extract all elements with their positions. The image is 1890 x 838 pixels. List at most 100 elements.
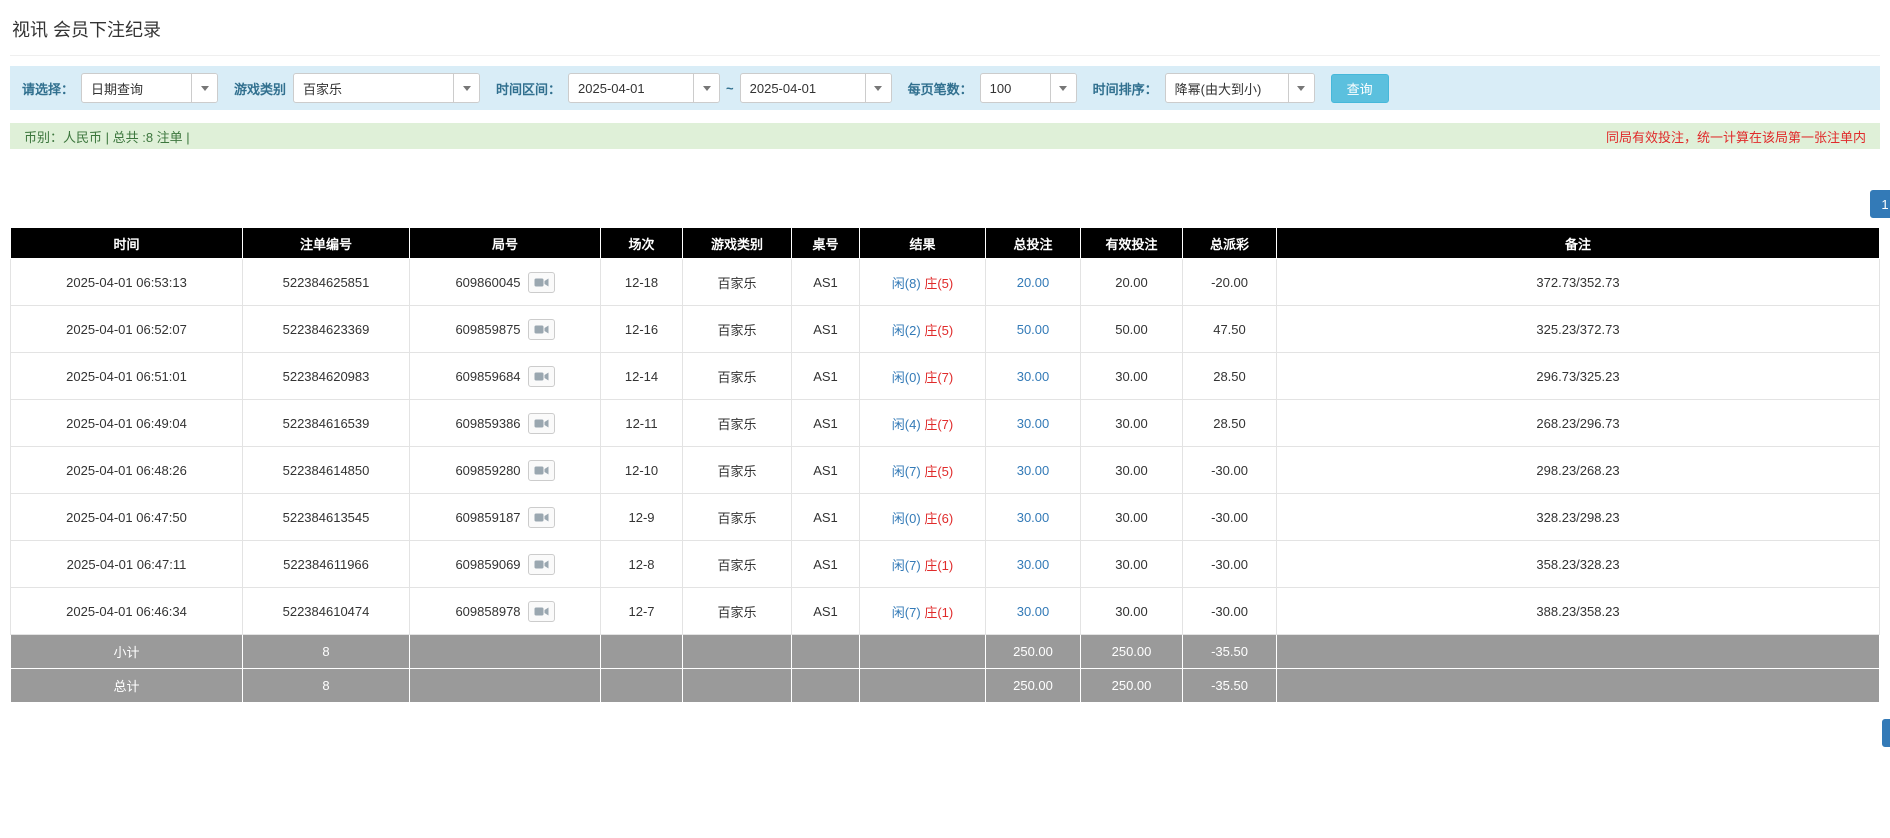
video-replay-button[interactable]: [527, 365, 555, 387]
video-replay-button[interactable]: [527, 271, 555, 293]
round-id-text: 609859280: [455, 462, 521, 478]
cell-round-id: 609859386: [409, 399, 601, 447]
date-from-select[interactable]: 2025-04-01: [568, 73, 721, 103]
date-range-separator: ~: [726, 80, 734, 96]
cell-payout: -30.00: [1182, 587, 1277, 635]
betting-records-page: 视讯 会员下注纪录 请选择： 日期查询 游戏类别 百家乐 时间区间： 2025-…: [0, 0, 1890, 747]
chevron-down-icon[interactable]: [1049, 74, 1076, 102]
cell-round-id: 609859069: [409, 540, 601, 588]
total-bet-link[interactable]: 30.00: [1017, 416, 1050, 431]
cell-valid-bet: 30.00: [1080, 540, 1183, 588]
cell-total-bet: 30.00: [985, 540, 1081, 588]
result-player: 闲(7): [891, 557, 921, 573]
result-banker: 庄(5): [924, 463, 954, 479]
chevron-down-icon[interactable]: [1287, 74, 1314, 102]
cell-result: 闲(0) 庄(7): [859, 352, 986, 400]
round-id-wrap: 609859875: [455, 318, 555, 340]
cell-table-no: AS1: [791, 587, 860, 635]
game-type-label: 游戏类别: [234, 81, 287, 97]
table-row: 2025-04-01 06:48:26 522384614850 609859280…: [10, 446, 1880, 494]
cell-time: 2025-04-01 06:52:07: [10, 305, 243, 353]
column-header-10: 备注: [1276, 227, 1880, 259]
cell-table-no: AS1: [791, 540, 860, 588]
total-row: 总计 8 250.00 250.00 -35.50: [10, 668, 1880, 703]
date-to-select[interactable]: 2025-04-01: [739, 73, 892, 103]
video-replay-button[interactable]: [527, 553, 555, 575]
footer-payout: -35.50: [1182, 668, 1277, 703]
cell-round-id: 609859280: [409, 446, 601, 494]
footer-remark: [1276, 634, 1880, 669]
cell-game-type: 百家乐: [682, 587, 792, 635]
video-replay-button[interactable]: [527, 600, 555, 622]
page-number-button[interactable]: 1: [1870, 190, 1890, 218]
footer-label: 总计: [10, 668, 243, 703]
result-banker: 庄(7): [924, 416, 954, 432]
page-number-button[interactable]: 1: [1882, 719, 1890, 747]
cell-bet-id: 522384623369: [242, 305, 410, 353]
round-id-wrap: 609859684: [455, 365, 555, 387]
cell-round-id: 609858978: [409, 587, 601, 635]
cell-session: 12-11: [600, 399, 683, 447]
result-player: 闲(0): [891, 510, 921, 526]
query-type-value: 日期查询: [91, 81, 144, 97]
game-type-select[interactable]: 百家乐: [293, 73, 481, 103]
video-replay-button[interactable]: [527, 459, 555, 481]
cell-time: 2025-04-01 06:48:26: [10, 446, 243, 494]
total-bet-link[interactable]: 30.00: [1017, 510, 1050, 525]
column-header-5: 桌号: [791, 227, 860, 259]
video-replay-button[interactable]: [527, 412, 555, 434]
cell-session: 12-14: [600, 352, 683, 400]
cell-total-bet: 30.00: [985, 587, 1081, 635]
round-id-text: 609859875: [455, 321, 521, 337]
query-type-select[interactable]: 日期查询: [81, 73, 219, 103]
cell-bet-id: 522384625851: [242, 258, 410, 306]
total-bet-link[interactable]: 30.00: [1017, 463, 1050, 478]
chevron-down-icon[interactable]: [191, 74, 218, 102]
cell-time: 2025-04-01 06:53:13: [10, 258, 243, 306]
column-header-7: 总投注: [985, 227, 1081, 259]
total-bet-link[interactable]: 20.00: [1017, 275, 1050, 290]
caret-down-icon: [200, 85, 209, 91]
cell-round-id: 609859875: [409, 305, 601, 353]
round-id-wrap: 609859280: [455, 459, 555, 481]
video-replay-button[interactable]: [527, 318, 555, 340]
cell-result: 闲(8) 庄(5): [859, 258, 986, 306]
cell-session: 12-18: [600, 258, 683, 306]
sort-order-select[interactable]: 降幂(由大到小): [1164, 73, 1315, 103]
round-id-wrap: 609858978: [455, 600, 555, 622]
cell-payout: 28.50: [1182, 399, 1277, 447]
video-camera-icon: [534, 419, 549, 427]
cell-game-type: 百家乐: [682, 446, 792, 494]
chevron-down-icon[interactable]: [864, 74, 891, 102]
caret-down-icon: [1297, 85, 1306, 91]
round-id-wrap: 609859386: [455, 412, 555, 434]
footer-remark: [1276, 668, 1880, 703]
total-bet-link[interactable]: 30.00: [1017, 369, 1050, 384]
chevron-down-icon[interactable]: [453, 74, 480, 102]
query-button[interactable]: 查询: [1330, 73, 1389, 103]
game-type-value: 百家乐: [303, 81, 343, 97]
cell-payout: -20.00: [1182, 258, 1277, 306]
total-bet-link[interactable]: 30.00: [1017, 557, 1050, 572]
column-header-0: 时间: [10, 227, 243, 259]
total-bet-link[interactable]: 50.00: [1017, 322, 1050, 337]
cell-game-type: 百家乐: [682, 540, 792, 588]
table-foot: 小计 8 250.00 250.00 -35.50 总计 8 250.00 250.00 -35.…: [10, 634, 1880, 703]
total-bet-link[interactable]: 30.00: [1017, 604, 1050, 619]
cell-result: 闲(0) 庄(6): [859, 493, 986, 541]
page-size-select[interactable]: 100: [979, 73, 1077, 103]
round-id-text: 609859386: [455, 415, 521, 431]
video-replay-button[interactable]: [527, 506, 555, 528]
round-id-text: 609859684: [455, 368, 521, 384]
footer-empty-cell: [859, 634, 986, 669]
cell-result: 闲(2) 庄(5): [859, 305, 986, 353]
table-row: 2025-04-01 06:52:07 522384623369 609859875…: [10, 305, 1880, 353]
column-header-6: 结果: [859, 227, 986, 259]
cell-bet-id: 522384614850: [242, 446, 410, 494]
cell-valid-bet: 20.00: [1080, 258, 1183, 306]
cell-valid-bet: 30.00: [1080, 493, 1183, 541]
chevron-down-icon[interactable]: [693, 74, 720, 102]
cell-valid-bet: 30.00: [1080, 352, 1183, 400]
caret-down-icon: [1059, 85, 1068, 91]
result-player: 闲(8): [891, 275, 921, 291]
